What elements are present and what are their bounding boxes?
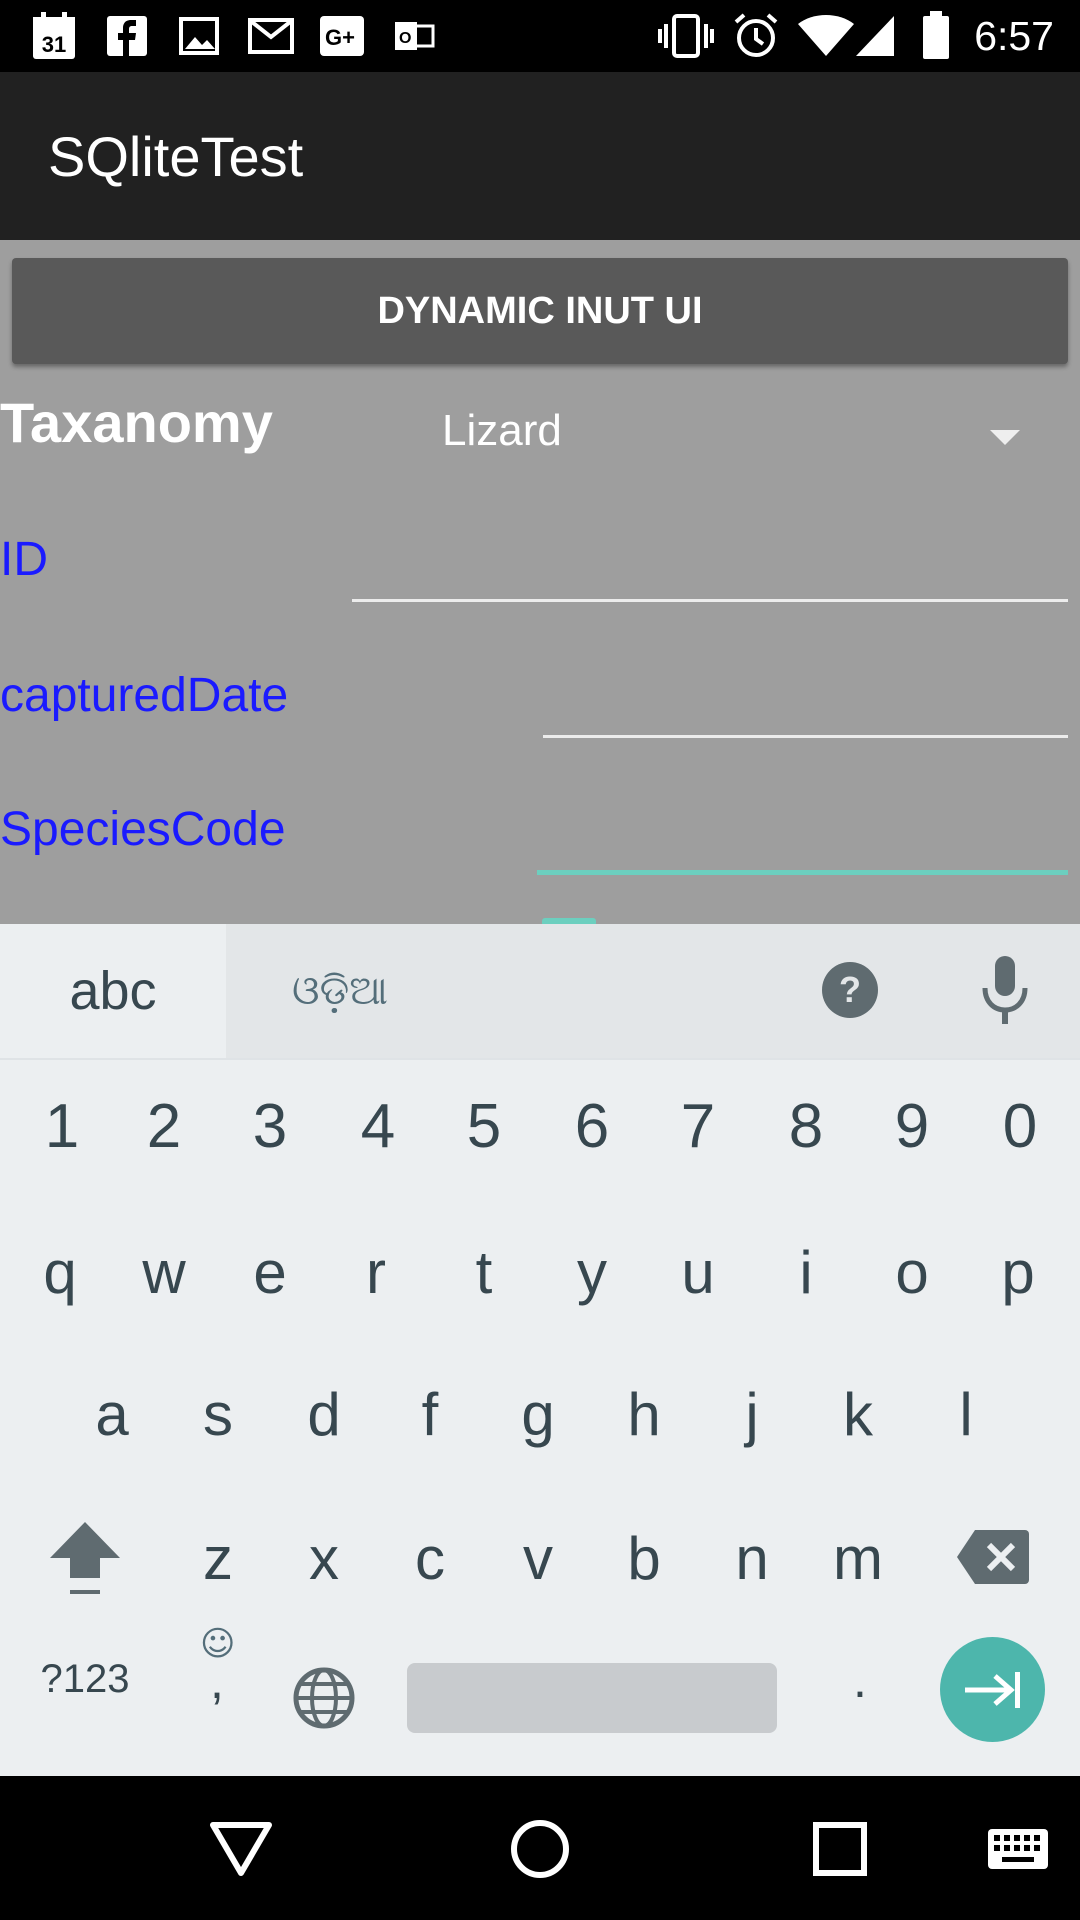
app-title: SQliteTest bbox=[48, 125, 304, 188]
species-code-input[interactable] bbox=[537, 782, 1068, 866]
key-j[interactable]: j bbox=[702, 1364, 802, 1464]
key-r[interactable]: r bbox=[326, 1222, 426, 1322]
key-z[interactable]: z bbox=[168, 1508, 268, 1608]
key-n[interactable]: n bbox=[702, 1508, 802, 1608]
svg-text:31: 31 bbox=[42, 32, 66, 57]
key-8[interactable]: 8 bbox=[756, 1076, 856, 1176]
key-y[interactable]: y bbox=[542, 1222, 642, 1322]
captured-date-input-underline bbox=[543, 735, 1068, 738]
dynamic-input-ui-button[interactable]: DYNAMIC INUT UI bbox=[12, 258, 1068, 364]
status-time: 6:57 bbox=[974, 13, 1054, 59]
keyboard-mode-script[interactable]: ଓଡ଼ିଆ bbox=[292, 924, 388, 1058]
key-s[interactable]: s bbox=[168, 1364, 268, 1464]
key-t[interactable]: t bbox=[434, 1222, 534, 1322]
key-x[interactable]: x bbox=[274, 1508, 374, 1608]
key-b[interactable]: b bbox=[594, 1508, 694, 1608]
keyboard-mode-abc[interactable]: abc bbox=[0, 924, 226, 1058]
shift-icon bbox=[50, 1522, 120, 1594]
svg-text:?: ? bbox=[839, 969, 861, 1010]
keyboard-divider bbox=[0, 1058, 1080, 1060]
form-content: DYNAMIC INUT UI Taxanomy Lizard ID captu… bbox=[0, 240, 1080, 924]
species-code-input-underline bbox=[537, 870, 1068, 875]
id-input[interactable] bbox=[352, 510, 1068, 594]
id-input-underline bbox=[352, 599, 1068, 602]
taxonomy-spinner[interactable]: Lizard bbox=[420, 390, 1060, 480]
space-key[interactable] bbox=[407, 1663, 777, 1733]
back-icon[interactable] bbox=[196, 1804, 286, 1894]
key-h[interactable]: h bbox=[594, 1364, 694, 1464]
vibrate-icon bbox=[656, 0, 716, 72]
key-g[interactable]: g bbox=[488, 1364, 588, 1464]
facebook-icon bbox=[104, 0, 150, 72]
key-2[interactable]: 2 bbox=[114, 1076, 214, 1176]
key-0[interactable]: 0 bbox=[970, 1076, 1070, 1176]
next-enter-key[interactable] bbox=[940, 1637, 1045, 1742]
period-key[interactable]: . bbox=[810, 1630, 910, 1730]
key-k[interactable]: k bbox=[808, 1364, 908, 1464]
key-9[interactable]: 9 bbox=[862, 1076, 962, 1176]
key-f[interactable]: f bbox=[380, 1364, 480, 1464]
google-plus-icon: G+ bbox=[318, 0, 366, 72]
microphone-icon[interactable] bbox=[975, 952, 1035, 1030]
symbols-key[interactable]: ?123 bbox=[20, 1644, 150, 1714]
battery-icon bbox=[916, 0, 956, 72]
key-l[interactable]: l bbox=[916, 1364, 1016, 1464]
key-d[interactable]: d bbox=[274, 1364, 374, 1464]
key-5[interactable]: 5 bbox=[434, 1076, 534, 1176]
key-e[interactable]: e bbox=[220, 1222, 320, 1322]
svg-text:G+: G+ bbox=[325, 25, 355, 50]
dropdown-arrow-icon bbox=[990, 430, 1020, 445]
status-bar: 31 G+ O 6:57 bbox=[0, 0, 1080, 72]
backspace-key[interactable] bbox=[955, 1528, 1031, 1586]
key-i[interactable]: i bbox=[756, 1222, 856, 1322]
field-label-captured-date: capturedDate bbox=[0, 669, 289, 722]
key-6[interactable]: 6 bbox=[542, 1076, 642, 1176]
gallery-icon bbox=[176, 0, 222, 72]
taxonomy-selected-value: Lizard bbox=[442, 406, 562, 455]
home-icon[interactable] bbox=[495, 1804, 585, 1894]
captured-date-input[interactable] bbox=[543, 646, 1068, 730]
shift-key[interactable] bbox=[40, 1514, 130, 1604]
svg-text:O: O bbox=[399, 30, 411, 47]
keyboard-toolbar: abc ଓଡ଼ିଆ ? bbox=[0, 924, 1080, 1058]
key-v[interactable]: v bbox=[488, 1508, 588, 1608]
wifi-icon bbox=[796, 0, 856, 72]
help-icon[interactable]: ? bbox=[820, 960, 880, 1020]
soft-keyboard: abc ଓଡ଼ିଆ ? 1 2 3 4 5 6 7 8 9 0 q w e r … bbox=[0, 924, 1080, 1776]
key-o[interactable]: o bbox=[862, 1222, 962, 1322]
key-m[interactable]: m bbox=[808, 1508, 908, 1608]
recents-icon[interactable] bbox=[795, 1804, 885, 1894]
key-1[interactable]: 1 bbox=[12, 1076, 112, 1176]
language-globe-icon[interactable] bbox=[292, 1666, 356, 1730]
key-w[interactable]: w bbox=[114, 1222, 214, 1322]
comma-key[interactable]: ☺ , bbox=[180, 1624, 260, 1724]
field-label-species-code: SpeciesCode bbox=[0, 803, 286, 856]
alarm-icon bbox=[730, 0, 782, 72]
signal-icon bbox=[852, 0, 898, 72]
gmail-icon bbox=[246, 0, 296, 72]
key-4[interactable]: 4 bbox=[328, 1076, 428, 1176]
comma-label: , bbox=[210, 1653, 224, 1709]
key-c[interactable]: c bbox=[380, 1508, 480, 1608]
key-p[interactable]: p bbox=[968, 1222, 1068, 1322]
taxonomy-label: Taxanomy bbox=[0, 391, 273, 454]
calendar-icon: 31 bbox=[28, 0, 80, 72]
field-label-id: ID bbox=[0, 533, 48, 586]
key-7[interactable]: 7 bbox=[648, 1076, 748, 1176]
app-bar: SQliteTest bbox=[0, 72, 1080, 240]
navigation-bar bbox=[0, 1776, 1080, 1920]
key-u[interactable]: u bbox=[648, 1222, 748, 1322]
keyboard-switch-icon[interactable] bbox=[978, 1804, 1058, 1894]
key-3[interactable]: 3 bbox=[220, 1076, 320, 1176]
key-q[interactable]: q bbox=[10, 1222, 110, 1322]
backspace-icon bbox=[957, 1530, 1029, 1584]
tab-next-icon bbox=[964, 1671, 1020, 1708]
outlook-icon: O bbox=[392, 0, 438, 72]
key-a[interactable]: a bbox=[62, 1364, 162, 1464]
